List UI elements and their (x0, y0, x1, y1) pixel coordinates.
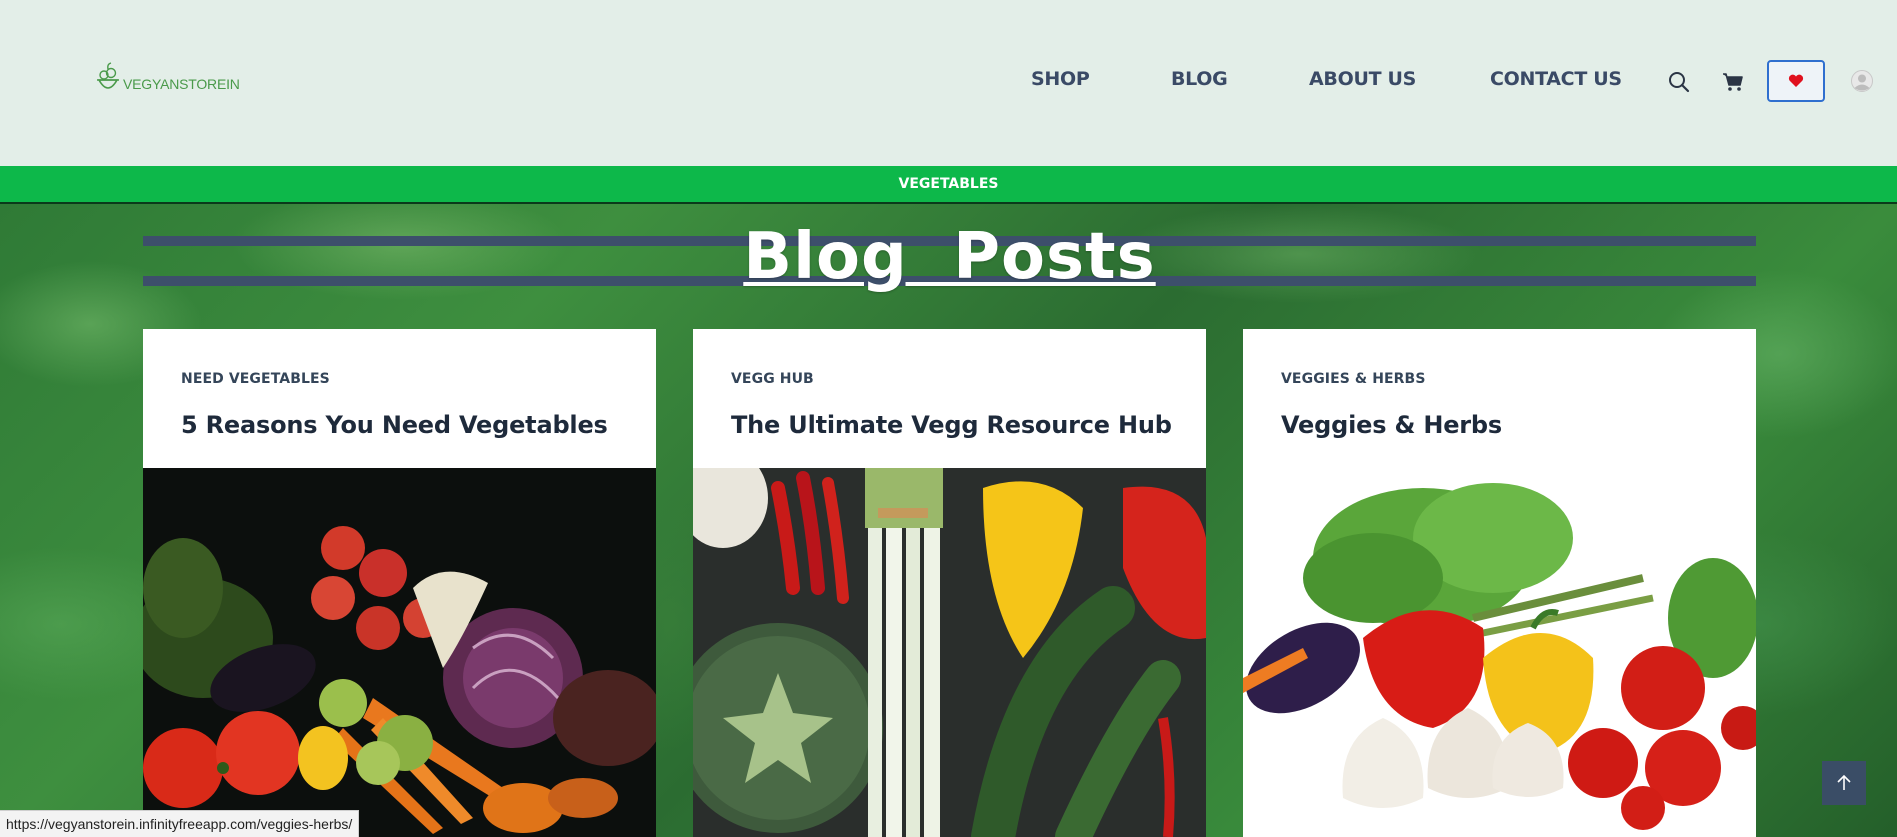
site-header: VEGYANSTOREIN SHOP BLOG ABOUT US CONTACT… (0, 0, 1897, 166)
status-bar-url: https://vegyanstorein.infinityfreeapp.co… (0, 810, 360, 837)
wishlist-button[interactable] (1767, 60, 1825, 102)
blog-card[interactable]: VEGG HUB The Ultimate Vegg Resource Hub (693, 329, 1206, 837)
blog-title-block: Blog Posts (143, 220, 1756, 294)
site-logo[interactable]: VEGYANSTOREIN (95, 62, 240, 94)
nav-shop[interactable]: SHOP (1031, 68, 1090, 90)
vegetables-still-life-image[interactable] (143, 468, 656, 837)
card-category[interactable]: VEGGIES & HERBS (1281, 371, 1426, 387)
blog-card[interactable]: VEGGIES & HERBS Veggies & Herbs (1243, 329, 1756, 837)
nav-blog[interactable]: BLOG (1171, 68, 1228, 90)
card-title[interactable]: 5 Reasons You Need Vegetables (181, 411, 608, 439)
page-title: Blog Posts (743, 220, 1156, 294)
logo-text: VEGYANSTOREIN (123, 76, 240, 92)
heart-icon (1788, 74, 1804, 87)
nav-contact-us[interactable]: CONTACT US (1490, 68, 1622, 90)
user-avatar-icon[interactable] (1850, 68, 1874, 94)
veggies-herbs-image[interactable] (1243, 468, 1756, 837)
card-title[interactable]: The Ultimate Vegg Resource Hub (731, 411, 1172, 439)
vegetables-flatlay-image[interactable] (693, 468, 1206, 837)
category-bar: VEGETABLES (0, 166, 1897, 204)
logo-basket-icon (97, 62, 119, 89)
card-title[interactable]: Veggies & Herbs (1281, 411, 1502, 439)
search-icon[interactable] (1666, 70, 1692, 94)
category-label[interactable]: VEGETABLES (899, 176, 999, 192)
card-category[interactable]: VEGG HUB (731, 371, 814, 387)
blog-card[interactable]: NEED VEGETABLES 5 Reasons You Need Veget… (143, 329, 656, 837)
cart-icon[interactable] (1720, 70, 1746, 94)
back-to-top-button[interactable] (1822, 761, 1866, 805)
card-category[interactable]: NEED VEGETABLES (181, 371, 330, 387)
nav-about-us[interactable]: ABOUT US (1309, 68, 1416, 90)
arrow-up-icon (1837, 774, 1851, 790)
